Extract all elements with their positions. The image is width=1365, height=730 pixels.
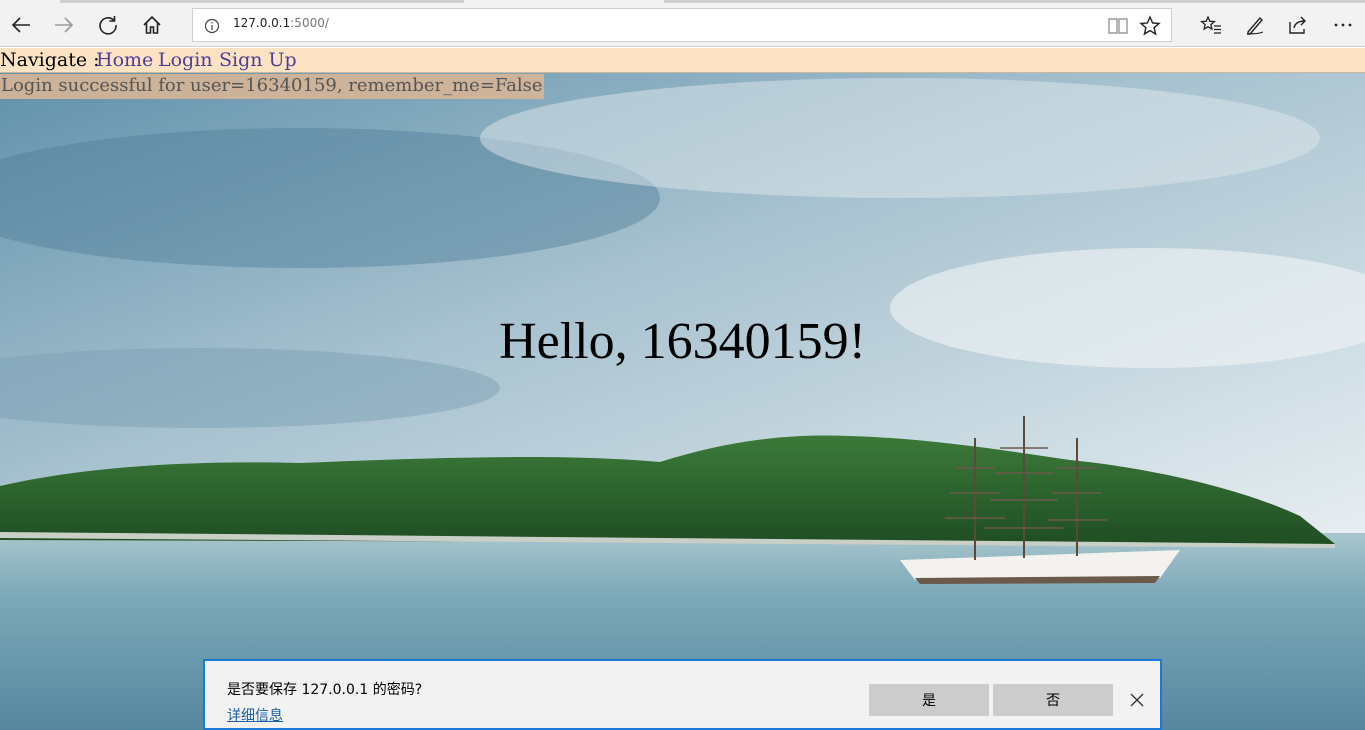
back-icon [11,17,30,33]
share-icon [1289,16,1306,34]
url-port: :5000/ [290,16,329,30]
url-host: 127.0.0.1 [233,16,291,30]
refresh-button[interactable] [92,9,124,41]
address-bar[interactable]: 127.0.0.1:5000/ [192,8,1172,42]
pen-icon [1246,16,1264,35]
background-photo [0,48,1365,730]
navigate-label: Navigate : [0,49,100,71]
flash-message: Login successful for user=16340159, reme… [0,74,544,99]
close-icon[interactable] [1129,692,1145,708]
info-icon[interactable] [204,18,220,34]
home-button[interactable] [136,9,168,41]
save-password-prompt: 是否要保存 127.0.0.1 的密码? [227,682,423,698]
tab-strip [0,0,1365,4]
tab-edge [60,0,464,3]
nav-link-login[interactable]: Login [158,48,213,72]
favorite-star-icon[interactable] [1139,15,1161,37]
refresh-icon [99,16,117,35]
save-password-no-button[interactable]: 否 [993,684,1113,716]
forward-button[interactable] [48,9,80,41]
reading-view-icon[interactable] [1107,16,1129,36]
back-button[interactable] [5,9,37,41]
favorites-hub-icon [1200,15,1221,34]
tab-edge [664,0,1365,3]
favorites-hub-button[interactable] [1195,9,1227,41]
more-icon [1334,23,1352,27]
url-text[interactable]: 127.0.0.1:5000/ [233,16,329,30]
forward-icon [55,17,74,33]
web-page: Navigate : Home Login Sign Up Login succ… [0,48,1365,730]
details-link[interactable]: 详细信息 [227,705,283,725]
notes-button[interactable] [1239,9,1271,41]
home-icon [143,15,161,34]
site-navbar: Navigate : Home Login Sign Up [0,48,1365,73]
browser-toolbar: 127.0.0.1:5000/ [0,0,1365,47]
share-button[interactable] [1282,9,1314,41]
nav-link-sign-up[interactable]: Sign Up [219,48,297,72]
greeting-heading: Hello, 16340159! [499,313,866,370]
nav-link-home[interactable]: Home [96,48,153,72]
save-password-bar: 是否要保存 127.0.0.1 的密码? 详细信息 是 否 [203,659,1162,730]
more-button[interactable] [1327,9,1359,41]
save-password-yes-button[interactable]: 是 [869,684,989,716]
